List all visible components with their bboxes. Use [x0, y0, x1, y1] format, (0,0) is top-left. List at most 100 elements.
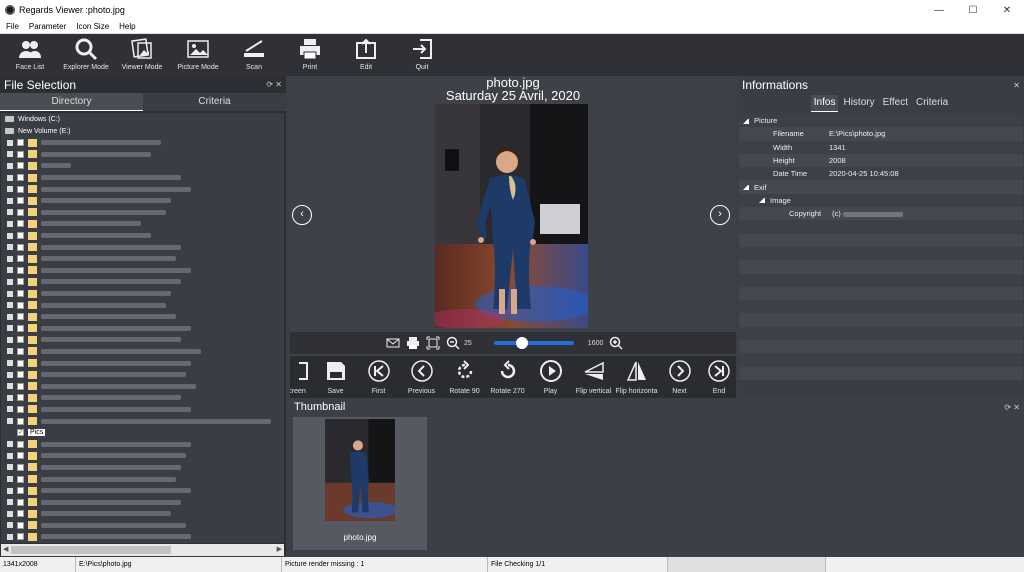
face-list-button[interactable]: Face List [2, 34, 58, 76]
expand-icon[interactable] [7, 394, 13, 401]
tree-folder-row[interactable] [1, 473, 284, 485]
tree-folder-row[interactable] [1, 334, 284, 346]
folder-checkbox[interactable] [17, 463, 24, 471]
edit-button[interactable]: Edit [338, 34, 394, 76]
expand-icon[interactable] [7, 325, 13, 332]
email-icon[interactable] [386, 336, 400, 350]
tree-folder-row[interactable] [1, 496, 284, 508]
expand-icon[interactable] [7, 522, 13, 529]
tree-folder-row[interactable] [1, 531, 284, 543]
folder-checkbox[interactable] [17, 371, 24, 379]
tree-folder-row[interactable] [1, 149, 284, 161]
expand-icon[interactable] [7, 360, 13, 367]
expand-icon[interactable] [7, 244, 13, 251]
flip-horizontal-button[interactable]: Flip horizonta [615, 356, 658, 398]
tree-folder-row[interactable] [1, 380, 284, 392]
tab-infos[interactable]: Infos [810, 94, 839, 112]
folder-checkbox[interactable] [17, 255, 24, 263]
tab-history[interactable]: History [840, 95, 877, 111]
expand-icon[interactable] [7, 220, 13, 227]
folder-checkbox[interactable] [17, 487, 24, 495]
tree-folder-row[interactable] [1, 462, 284, 474]
folder-checkbox[interactable] [17, 232, 24, 240]
tree-folder-row[interactable] [1, 288, 284, 300]
folder-checkbox[interactable] [17, 266, 24, 274]
tree-folder-row[interactable] [1, 207, 284, 219]
informations-close-button[interactable]: ✕ [1013, 81, 1020, 90]
folder-checkbox[interactable] [17, 162, 24, 170]
previous-arrow-button[interactable]: ‹ [292, 205, 312, 225]
folder-checkbox[interactable] [17, 208, 24, 216]
folder-checkbox[interactable] [17, 533, 24, 541]
folder-checkbox[interactable] [17, 139, 24, 147]
close-button[interactable]: ✕ [990, 0, 1024, 20]
folder-checkbox[interactable] [17, 220, 24, 228]
expand-icon[interactable] [7, 209, 13, 216]
scan-button[interactable]: Scan [226, 34, 282, 76]
tree-folder-row[interactable] [1, 276, 284, 288]
tree-folder-row[interactable] [1, 253, 284, 265]
folder-checkbox[interactable] [17, 347, 24, 355]
expand-icon[interactable] [7, 418, 13, 425]
expand-icon[interactable] [7, 313, 13, 320]
zoom-slider-knob[interactable] [515, 337, 528, 349]
tree-folder-row[interactable] [1, 438, 284, 450]
picture-mode-button[interactable]: Picture Mode [170, 34, 226, 76]
folder-checkbox[interactable] [17, 174, 24, 182]
menu-parameter[interactable]: Parameter [29, 22, 66, 31]
rotate-90-button[interactable]: Rotate 90 [443, 356, 486, 398]
expand-icon[interactable] [7, 267, 13, 274]
folder-checkbox[interactable] [17, 452, 24, 460]
tab-directory[interactable]: Directory [0, 93, 143, 111]
tree-folder-row[interactable] [1, 404, 284, 416]
tree-folder-row[interactable] [1, 195, 284, 207]
tree-folder-row[interactable] [1, 520, 284, 532]
tree-folder-row[interactable] [1, 508, 284, 520]
fullscreen-button[interactable]: creen [290, 356, 314, 398]
explorer-mode-button[interactable]: Explorer Mode [58, 34, 114, 76]
folder-checkbox[interactable] [17, 336, 24, 344]
expand-icon[interactable] [7, 151, 13, 158]
expand-icon[interactable] [7, 348, 13, 355]
expand-icon[interactable] [7, 383, 13, 390]
print-small-icon[interactable] [406, 336, 420, 350]
folder-checkbox[interactable] [17, 197, 24, 205]
expand-icon[interactable] [7, 464, 13, 471]
collapse-triangle-icon[interactable] [743, 118, 749, 124]
expand-icon[interactable] [7, 302, 13, 309]
expand-icon[interactable] [7, 441, 13, 448]
previous-button[interactable]: Previous [400, 356, 443, 398]
tab-effect[interactable]: Effect [880, 95, 911, 111]
expand-icon[interactable] [7, 255, 13, 262]
minimize-button[interactable]: — [922, 0, 956, 20]
next-arrow-button[interactable]: › [710, 205, 730, 225]
expand-icon[interactable] [7, 452, 13, 459]
expand-icon[interactable] [7, 278, 13, 285]
expand-icon[interactable] [7, 476, 13, 483]
collapse-triangle-icon[interactable] [759, 197, 765, 204]
flip-vertical-button[interactable]: Flip vertical [572, 356, 615, 398]
expand-icon[interactable] [7, 139, 13, 146]
expand-icon[interactable] [7, 186, 13, 193]
tree-folder-row[interactable] [1, 218, 284, 230]
image-section-row[interactable]: Image [739, 193, 1023, 208]
collapse-triangle-icon[interactable] [743, 184, 749, 191]
folder-checkbox[interactable] [17, 475, 24, 483]
expand-icon[interactable] [7, 336, 13, 343]
maximize-button[interactable]: ☐ [956, 0, 990, 20]
play-button[interactable]: Play [529, 356, 572, 398]
tree-folder-row[interactable] [1, 485, 284, 497]
expand-icon[interactable] [7, 371, 13, 378]
fit-screen-icon[interactable] [426, 336, 440, 350]
expand-icon[interactable] [7, 533, 13, 540]
rotate-270-button[interactable]: Rotate 270 [486, 356, 529, 398]
drive-c[interactable]: Windows (C:) [1, 113, 284, 125]
end-button[interactable]: End [701, 356, 736, 398]
menu-help[interactable]: Help [119, 22, 135, 31]
tree-folder-row[interactable] [1, 415, 284, 427]
panel-controls[interactable]: ⟳ ✕ [266, 80, 282, 89]
tree-folder-row[interactable] [1, 450, 284, 462]
thumbnail-item[interactable]: photo.jpg [293, 417, 427, 550]
tree-folder-row[interactable] [1, 299, 284, 311]
tree-folder-row[interactable] [1, 172, 284, 184]
